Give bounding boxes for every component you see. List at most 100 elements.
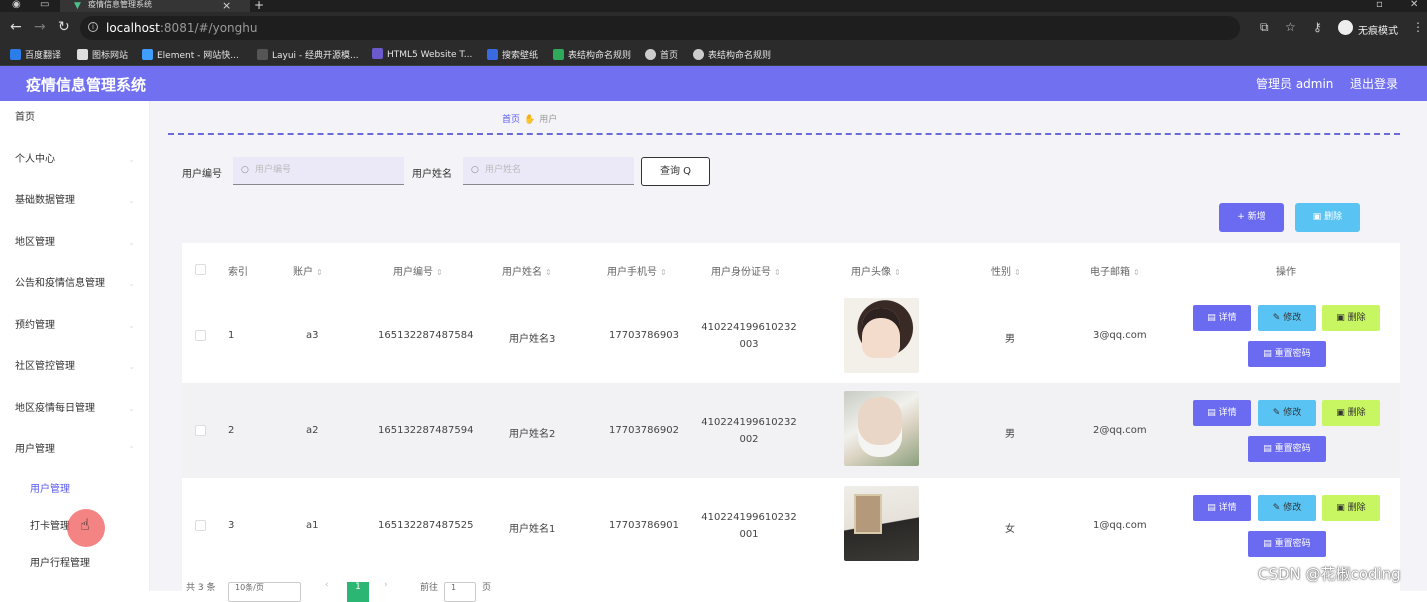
- cell-email: 2@qq.com: [1093, 425, 1147, 436]
- detail-button[interactable]: ▤ 详情: [1193, 400, 1251, 426]
- sidebar-subitem-user-manage[interactable]: 用户管理: [0, 475, 149, 512]
- chevron-down-icon: ⌄: [128, 237, 135, 247]
- col-header-account[interactable]: 账户 ⇕: [293, 263, 323, 278]
- select-all-checkbox[interactable]: [195, 264, 206, 275]
- delete-button[interactable]: ▣ 删除: [1322, 495, 1380, 521]
- sidebar-item-daily[interactable]: 地区疫情每日管理 ⌄: [0, 392, 149, 434]
- sidebar-item-community[interactable]: 社区管控管理 ⌄: [0, 350, 149, 392]
- bookmark-item[interactable]: HTML5 Website T...: [372, 48, 472, 60]
- sidebar-item-users[interactable]: 用户管理 ⌃: [0, 433, 149, 475]
- bookmark-item[interactable]: 表结构命名规则: [553, 48, 631, 61]
- sidebar-item-base-data[interactable]: 基础数据管理 ⌄: [0, 184, 149, 226]
- search-icon: ○: [241, 165, 249, 175]
- bookmark-item[interactable]: 百度翻译: [10, 48, 61, 61]
- page-current[interactable]: 1: [347, 582, 369, 602]
- browser-tab-bar: ◉ ▭ ▼ 疫情信息管理系统 × + ▫ ✕: [0, 0, 1427, 12]
- url-text[interactable]: localhost:8081/#/yonghu: [106, 21, 257, 35]
- col-header-no[interactable]: 用户编号 ⇕: [393, 263, 443, 278]
- user-table: 索引 账户 ⇕ 用户编号 ⇕ 用户姓名 ⇕ 用户手机号 ⇕ 用户身份证号 ⇕ 用户头像 ⇕ …: [182, 243, 1400, 591]
- restore-window-icon[interactable]: ▫: [1376, 0, 1383, 10]
- user-avatar[interactable]: [844, 391, 919, 466]
- incognito-avatar[interactable]: [1338, 20, 1353, 35]
- cell-account: a1: [306, 520, 319, 531]
- bookmark-item[interactable]: 表结构命名规则: [693, 48, 771, 61]
- reset-password-button[interactable]: ▤ 重置密码: [1248, 531, 1326, 557]
- cell-phone: 17703786902: [609, 425, 679, 436]
- col-header-email[interactable]: 电子邮箱 ⇕: [1090, 263, 1140, 278]
- user-avatar[interactable]: [844, 486, 919, 561]
- hand-icon: ✋: [524, 115, 536, 125]
- col-header-gender[interactable]: 性别 ⇕: [991, 263, 1021, 278]
- edit-button[interactable]: ✎ 修改: [1258, 305, 1316, 331]
- logout-link[interactable]: 退出登录: [1350, 75, 1398, 92]
- forward-icon[interactable]: →: [34, 19, 46, 35]
- next-page-icon[interactable]: ›: [384, 580, 388, 590]
- close-window-icon[interactable]: ✕: [1410, 0, 1418, 10]
- edit-button[interactable]: ✎ 修改: [1258, 495, 1316, 521]
- table-row: 3 a1 165132287487525 用户姓名1 17703786901 4…: [182, 478, 1400, 573]
- bookmark-item[interactable]: Element - 网站快...: [142, 48, 239, 61]
- key-icon[interactable]: ⚷: [1313, 20, 1322, 34]
- cell-no: 165132287487584: [378, 330, 474, 341]
- sidebar-item-region[interactable]: 地区管理 ⌄: [0, 226, 149, 268]
- row-checkbox[interactable]: [195, 425, 206, 436]
- cell-idcard: 410224199610232 002: [701, 417, 797, 445]
- breadcrumb-home[interactable]: 首页: [502, 115, 520, 125]
- user-name-input[interactable]: ○ 用户姓名: [463, 157, 634, 185]
- user-avatar[interactable]: [844, 298, 919, 373]
- pager-total: 共 3 条: [186, 583, 216, 593]
- col-header-phone[interactable]: 用户手机号 ⇕: [607, 263, 667, 278]
- sort-icon: ⇕: [774, 268, 781, 277]
- sidebar-item-home[interactable]: 首页: [0, 101, 149, 143]
- chevron-down-icon: ⌄: [128, 196, 135, 205]
- detail-button[interactable]: ▤ 详情: [1193, 305, 1251, 331]
- reload-icon[interactable]: ↻: [58, 19, 70, 35]
- goto-page-input[interactable]: 1: [444, 582, 476, 602]
- chevron-down-icon: ⌄: [128, 320, 135, 330]
- reset-password-button[interactable]: ▤ 重置密码: [1248, 341, 1326, 367]
- sidebar-item-notice[interactable]: 公告和疫情信息管理 ⌄: [0, 267, 149, 309]
- page-size-select[interactable]: 10条/页: [228, 582, 301, 602]
- delete-button[interactable]: ▣ 删除: [1322, 305, 1380, 331]
- cell-account: a2: [306, 425, 319, 436]
- bookmark-item[interactable]: 图标网站: [77, 48, 128, 61]
- browser-menu-icon[interactable]: ◉: [12, 0, 21, 10]
- row-checkbox[interactable]: [195, 520, 206, 531]
- prev-page-icon[interactable]: ‹: [325, 580, 329, 590]
- bookmark-item[interactable]: 搜索壁纸: [487, 48, 538, 61]
- app-title: 疫情信息管理系统: [26, 76, 147, 94]
- bookmark-item[interactable]: Layui - 经典开源模...: [257, 48, 359, 61]
- tab-list-icon[interactable]: ▭: [40, 0, 49, 10]
- table-row: 1 a3 165132287487584 用户姓名3 17703786903 4…: [182, 288, 1400, 383]
- add-button[interactable]: + 新增: [1219, 203, 1284, 232]
- new-tab-icon[interactable]: +: [254, 0, 264, 12]
- bookmark-item[interactable]: 首页: [645, 48, 678, 61]
- detail-button[interactable]: ▤ 详情: [1193, 495, 1251, 521]
- sort-icon: ⇕: [316, 268, 323, 277]
- star-icon[interactable]: ☆: [1285, 20, 1296, 34]
- more-icon[interactable]: ⋮: [1412, 20, 1424, 34]
- back-icon[interactable]: ←: [10, 19, 22, 35]
- batch-delete-button[interactable]: ▣ 删除: [1295, 203, 1360, 232]
- reset-password-button[interactable]: ▤ 重置密码: [1248, 436, 1326, 462]
- translate-icon[interactable]: ⧉: [1260, 20, 1269, 35]
- search-icon: ○: [471, 165, 479, 175]
- cell-no: 165132287487525: [378, 520, 474, 531]
- tab-close-icon[interactable]: ×: [222, 0, 231, 12]
- col-header-idcard[interactable]: 用户身份证号 ⇕: [711, 263, 781, 278]
- user-no-input[interactable]: ○ 用户编号: [233, 157, 404, 185]
- edit-button[interactable]: ✎ 修改: [1258, 400, 1316, 426]
- sidebar-item-appointment[interactable]: 预约管理 ⌄: [0, 309, 149, 351]
- cell-name: 用户姓名3: [509, 334, 556, 345]
- bookmarks-bar: 百度翻译 图标网站 Element - 网站快... Layui - 经典开源模…: [0, 44, 1427, 66]
- sidebar-item-profile[interactable]: 个人中心 ⌄: [0, 143, 149, 185]
- info-icon[interactable]: i: [88, 22, 98, 32]
- delete-button[interactable]: ▣ 删除: [1322, 400, 1380, 426]
- incognito-label[interactable]: 无痕模式: [1358, 22, 1398, 37]
- col-header-name[interactable]: 用户姓名 ⇕: [502, 263, 552, 278]
- cell-index: 2: [228, 425, 235, 436]
- query-button[interactable]: 查询 Q: [641, 157, 710, 186]
- sidebar-subitem-itinerary[interactable]: 用户行程管理: [0, 549, 149, 586]
- row-checkbox[interactable]: [195, 330, 206, 341]
- col-header-avatar[interactable]: 用户头像 ⇕: [851, 263, 901, 278]
